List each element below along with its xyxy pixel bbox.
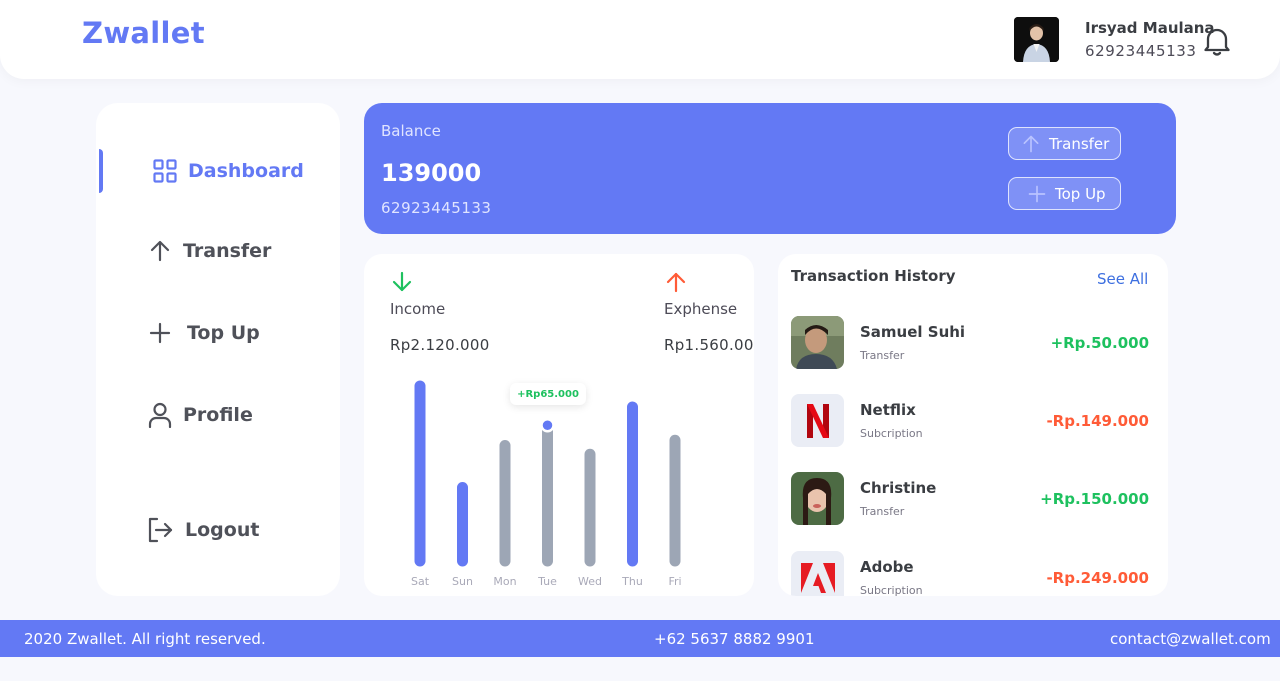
top-header: Zwallet Irsyad Maulana 62923445133 [0, 0, 1280, 79]
chart-tick-label: Thu [621, 575, 643, 588]
transaction-amount: -Rp.249.000 [1046, 569, 1149, 587]
sidebar-item-label: Dashboard [188, 160, 304, 182]
chart-tick-label: Sat [411, 575, 430, 588]
sidebar-item-label: Top Up [187, 322, 260, 344]
chart-tick-label: Wed [578, 575, 602, 588]
transaction-name: Samuel Suhi [860, 323, 966, 341]
sidebar-item-topup[interactable]: Top Up [96, 311, 340, 355]
arrow-up-icon [1023, 135, 1039, 152]
footer-phone: +62 5637 8882 9901 [654, 630, 815, 648]
transaction-type: Subcription [860, 584, 923, 596]
sidebar-item-transfer[interactable]: Transfer [96, 229, 340, 273]
transaction-amount: +Rp.50.000 [1050, 334, 1149, 352]
transaction-row[interactable]: Samuel Suhi Transfer +Rp.50.000 [791, 316, 1161, 370]
netflix-logo-icon [791, 394, 844, 447]
topup-button-label: Top Up [1055, 184, 1106, 203]
bell-icon[interactable] [1204, 26, 1230, 56]
chart-tick-label: Fri [668, 575, 681, 588]
see-all-link[interactable]: See All [1097, 270, 1148, 288]
logout-button[interactable]: Logout [96, 508, 340, 552]
balance-phone: 62923445133 [381, 199, 492, 217]
chart-tick-label: Mon [493, 575, 516, 588]
logout-icon [147, 517, 173, 543]
weekly-bar-chart: Sat Sun Mon Tue Wed Thu Fri [411, 380, 682, 588]
chart-highlight-point [540, 418, 555, 433]
footer-copyright: 2020 Zwallet. All right reserved. [24, 630, 266, 648]
history-title: Transaction History [791, 267, 956, 285]
chart-tick-label: Sun [452, 575, 473, 588]
footer-email[interactable]: contact@zwallet.com [1110, 630, 1271, 648]
transaction-history-card: Transaction History See All Samuel Suhi … [778, 254, 1168, 596]
sidebar-item-label: Transfer [183, 240, 272, 262]
balance-amount: 139000 [381, 159, 482, 187]
plus-icon [1028, 185, 1046, 202]
user-icon [147, 402, 173, 428]
transaction-name: Adobe [860, 558, 914, 576]
grid-icon [152, 158, 178, 184]
sidebar: Dashboard Transfer Top Up Profile Logout [96, 103, 340, 596]
user-avatar[interactable] [1014, 17, 1059, 62]
footer: 2020 Zwallet. All right reserved. +62 56… [0, 620, 1280, 657]
balance-label: Balance [381, 122, 441, 140]
arrow-up-icon [147, 238, 173, 264]
transaction-row[interactable]: Christine Transfer +Rp.150.000 [791, 472, 1161, 526]
user-phone: 62923445133 [1085, 42, 1197, 60]
topup-button[interactable]: Top Up [1008, 177, 1121, 210]
logout-label: Logout [185, 519, 260, 541]
transaction-name: Netflix [860, 401, 916, 419]
user-name: Irsyad Maulana [1085, 19, 1215, 37]
transaction-amount: +Rp.150.000 [1040, 490, 1149, 508]
sidebar-item-label: Profile [183, 404, 253, 426]
sidebar-item-dashboard[interactable]: Dashboard [96, 149, 340, 193]
adobe-logo-icon [791, 551, 844, 596]
app-logo[interactable]: Zwallet [82, 16, 205, 50]
transaction-name: Christine [860, 479, 937, 497]
transaction-amount: -Rp.149.000 [1046, 412, 1149, 430]
balance-card: Balance 139000 62923445133 Transfer Top … [364, 103, 1176, 234]
chart-tooltip: +Rp65.000 [510, 383, 586, 405]
plus-icon [147, 320, 173, 346]
avatar-samuel [791, 316, 844, 369]
chart-tick-label: Tue [537, 575, 557, 588]
transfer-button[interactable]: Transfer [1008, 127, 1121, 160]
transaction-type: Subcription [860, 427, 923, 440]
transaction-row[interactable]: Netflix Subcription -Rp.149.000 [791, 394, 1161, 448]
sidebar-item-profile[interactable]: Profile [96, 393, 340, 437]
transfer-button-label: Transfer [1049, 134, 1110, 153]
transaction-type: Transfer [860, 349, 905, 362]
transaction-row[interactable]: Adobe Subcription -Rp.249.000 [791, 551, 1161, 596]
income-expense-card: Income Rp2.120.000 Exphense Rp1.560.00 S… [364, 254, 754, 596]
transaction-type: Transfer [860, 505, 905, 518]
avatar-christine [791, 472, 844, 525]
